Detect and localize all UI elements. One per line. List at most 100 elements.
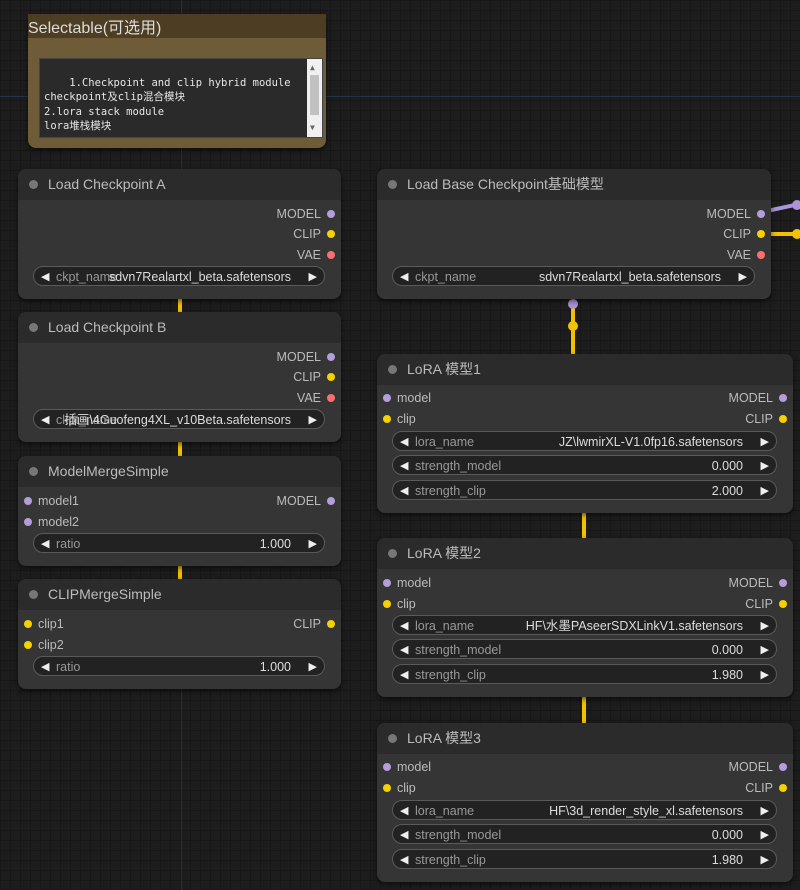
- output-model[interactable]: MODEL: [707, 204, 751, 224]
- collapse-dot-icon[interactable]: [29, 590, 38, 599]
- collapse-dot-icon[interactable]: [29, 180, 38, 189]
- collapse-dot-icon[interactable]: [388, 549, 397, 558]
- node-title-bar[interactable]: LoRA 模型1: [377, 354, 793, 385]
- clip-output-port[interactable]: [757, 230, 765, 238]
- model-input-port[interactable]: [383, 394, 391, 402]
- lora-node-2[interactable]: LoRA 模型2 model clip MODEL CLIP ◀ lora_na…: [377, 538, 793, 697]
- output-model[interactable]: MODEL: [729, 573, 773, 593]
- arrow-left-icon[interactable]: ◀: [41, 657, 49, 677]
- arrow-right-icon[interactable]: ▶: [309, 657, 317, 677]
- load-checkpoint-a-node[interactable]: Load Checkpoint A MODEL CLIP VAE ◀ ckpt_…: [18, 169, 341, 299]
- arrow-left-icon[interactable]: ◀: [400, 801, 408, 821]
- lora-name-combo[interactable]: ◀ lora_name HF\3d_render_style_xl.safete…: [392, 800, 777, 820]
- strength-model-slider[interactable]: ◀ strength_model 0.000 ▶: [392, 639, 777, 659]
- note-node[interactable]: Selectable(可选用) 1.Checkpoint and clip hy…: [28, 14, 326, 148]
- load-base-checkpoint-node[interactable]: Load Base Checkpoint基础模型 MODEL CLIP VAE …: [377, 169, 771, 299]
- output-clip[interactable]: CLIP: [293, 367, 321, 387]
- output-clip[interactable]: CLIP: [723, 224, 751, 244]
- clip-output-port[interactable]: [327, 230, 335, 238]
- vae-output-port[interactable]: [757, 251, 765, 259]
- output-clip[interactable]: CLIP: [293, 614, 321, 634]
- clip1-input-port[interactable]: [24, 620, 32, 628]
- lora-node-1[interactable]: LoRA 模型1 model clip MODEL CLIP ◀ lora_na…: [377, 354, 793, 513]
- model-input-port[interactable]: [383, 579, 391, 587]
- strength-model-slider[interactable]: ◀ strength_model 0.000 ▶: [392, 824, 777, 844]
- lora-name-combo[interactable]: ◀ lora_name HF\水墨PAseerSDXLinkV1.safeten…: [392, 615, 777, 635]
- arrow-left-icon[interactable]: ◀: [400, 481, 408, 501]
- output-vae[interactable]: VAE: [297, 245, 321, 265]
- output-model[interactable]: MODEL: [729, 757, 773, 777]
- load-checkpoint-b-node[interactable]: Load Checkpoint B MODEL CLIP VAE ◀ ckpt_…: [18, 312, 341, 442]
- input-clip[interactable]: clip: [397, 778, 416, 798]
- model-merge-simple-node[interactable]: ModelMergeSimple model1 model2 MODEL ◀ r…: [18, 456, 341, 566]
- node-title-bar[interactable]: Load Checkpoint B: [18, 312, 341, 343]
- arrow-left-icon[interactable]: ◀: [400, 850, 408, 870]
- arrow-right-icon[interactable]: ▶: [309, 534, 317, 554]
- clip-merge-simple-node[interactable]: CLIPMergeSimple clip1 clip2 CLIP ◀ ratio…: [18, 579, 341, 689]
- arrow-right-icon[interactable]: ▶: [309, 410, 317, 430]
- arrow-right-icon[interactable]: ▶: [761, 801, 769, 821]
- input-clip[interactable]: clip: [397, 594, 416, 614]
- arrow-left-icon[interactable]: ◀: [400, 432, 408, 452]
- model-output-port[interactable]: [779, 579, 787, 587]
- input-clip[interactable]: clip: [397, 409, 416, 429]
- clip-output-port[interactable]: [779, 600, 787, 608]
- model-output-port[interactable]: [779, 763, 787, 771]
- lora-node-3[interactable]: LoRA 模型3 model clip MODEL CLIP ◀ lora_na…: [377, 723, 793, 882]
- strength-clip-slider[interactable]: ◀ strength_clip 2.000 ▶: [392, 480, 777, 500]
- arrow-right-icon[interactable]: ▶: [761, 850, 769, 870]
- model2-input-port[interactable]: [24, 518, 32, 526]
- model-output-port[interactable]: [757, 210, 765, 218]
- node-title-bar[interactable]: Load Checkpoint A: [18, 169, 341, 200]
- model-output-port[interactable]: [327, 497, 335, 505]
- input-model1[interactable]: model1: [38, 491, 79, 511]
- arrow-right-icon[interactable]: ▶: [309, 267, 317, 287]
- arrow-left-icon[interactable]: ◀: [400, 267, 408, 287]
- node-title-bar[interactable]: LoRA 模型3: [377, 723, 793, 754]
- clip-output-port[interactable]: [327, 620, 335, 628]
- input-model[interactable]: model: [397, 388, 431, 408]
- vae-output-port[interactable]: [327, 251, 335, 259]
- node-title-bar[interactable]: CLIPMergeSimple: [18, 579, 341, 610]
- arrow-right-icon[interactable]: ▶: [761, 665, 769, 685]
- collapse-dot-icon[interactable]: [388, 180, 397, 189]
- clip-output-port[interactable]: [327, 373, 335, 381]
- arrow-left-icon[interactable]: ◀: [41, 267, 49, 287]
- note-textarea[interactable]: 1.Checkpoint and clip hybrid module chec…: [39, 58, 323, 138]
- arrow-left-icon[interactable]: ◀: [400, 640, 408, 660]
- output-vae[interactable]: VAE: [727, 245, 751, 265]
- ratio-slider[interactable]: ◀ ratio 1.000 ▶: [33, 533, 325, 553]
- output-vae[interactable]: VAE: [297, 388, 321, 408]
- input-clip1[interactable]: clip1: [38, 614, 64, 634]
- output-model[interactable]: MODEL: [729, 388, 773, 408]
- node-title-bar[interactable]: Load Base Checkpoint基础模型: [377, 169, 771, 200]
- arrow-right-icon[interactable]: ▶: [761, 481, 769, 501]
- ckpt-name-combo[interactable]: ◀ ckpt_name sdvn7Realartxl_beta.safetens…: [33, 266, 325, 286]
- scroll-thumb[interactable]: [310, 75, 319, 115]
- input-clip2[interactable]: clip2: [38, 635, 64, 655]
- input-model[interactable]: model: [397, 757, 431, 777]
- note-scrollbar[interactable]: ▲ ▼: [307, 59, 322, 137]
- arrow-left-icon[interactable]: ◀: [41, 410, 49, 430]
- strength-clip-slider[interactable]: ◀ strength_clip 1.980 ▶: [392, 664, 777, 684]
- scroll-down-arrow-icon[interactable]: ▼: [310, 121, 315, 136]
- model-output-port[interactable]: [779, 394, 787, 402]
- clip-input-port[interactable]: [383, 600, 391, 608]
- model-output-port[interactable]: [327, 353, 335, 361]
- ratio-slider[interactable]: ◀ ratio 1.000 ▶: [33, 656, 325, 676]
- arrow-right-icon[interactable]: ▶: [761, 456, 769, 476]
- arrow-right-icon[interactable]: ▶: [761, 640, 769, 660]
- arrow-left-icon[interactable]: ◀: [400, 456, 408, 476]
- scroll-up-arrow-icon[interactable]: ▲: [310, 61, 315, 76]
- ckpt-name-combo[interactable]: ◀ ckpt_name 插画\4Guofeng4XL_v10Beta.safet…: [33, 409, 325, 429]
- collapse-dot-icon[interactable]: [29, 467, 38, 476]
- collapse-dot-icon[interactable]: [388, 365, 397, 374]
- model-output-port[interactable]: [327, 210, 335, 218]
- output-model[interactable]: MODEL: [277, 347, 321, 367]
- output-model[interactable]: MODEL: [277, 491, 321, 511]
- strength-clip-slider[interactable]: ◀ strength_clip 1.980 ▶: [392, 849, 777, 869]
- clip-input-port[interactable]: [383, 415, 391, 423]
- collapse-dot-icon[interactable]: [388, 734, 397, 743]
- arrow-right-icon[interactable]: ▶: [761, 432, 769, 452]
- clip2-input-port[interactable]: [24, 641, 32, 649]
